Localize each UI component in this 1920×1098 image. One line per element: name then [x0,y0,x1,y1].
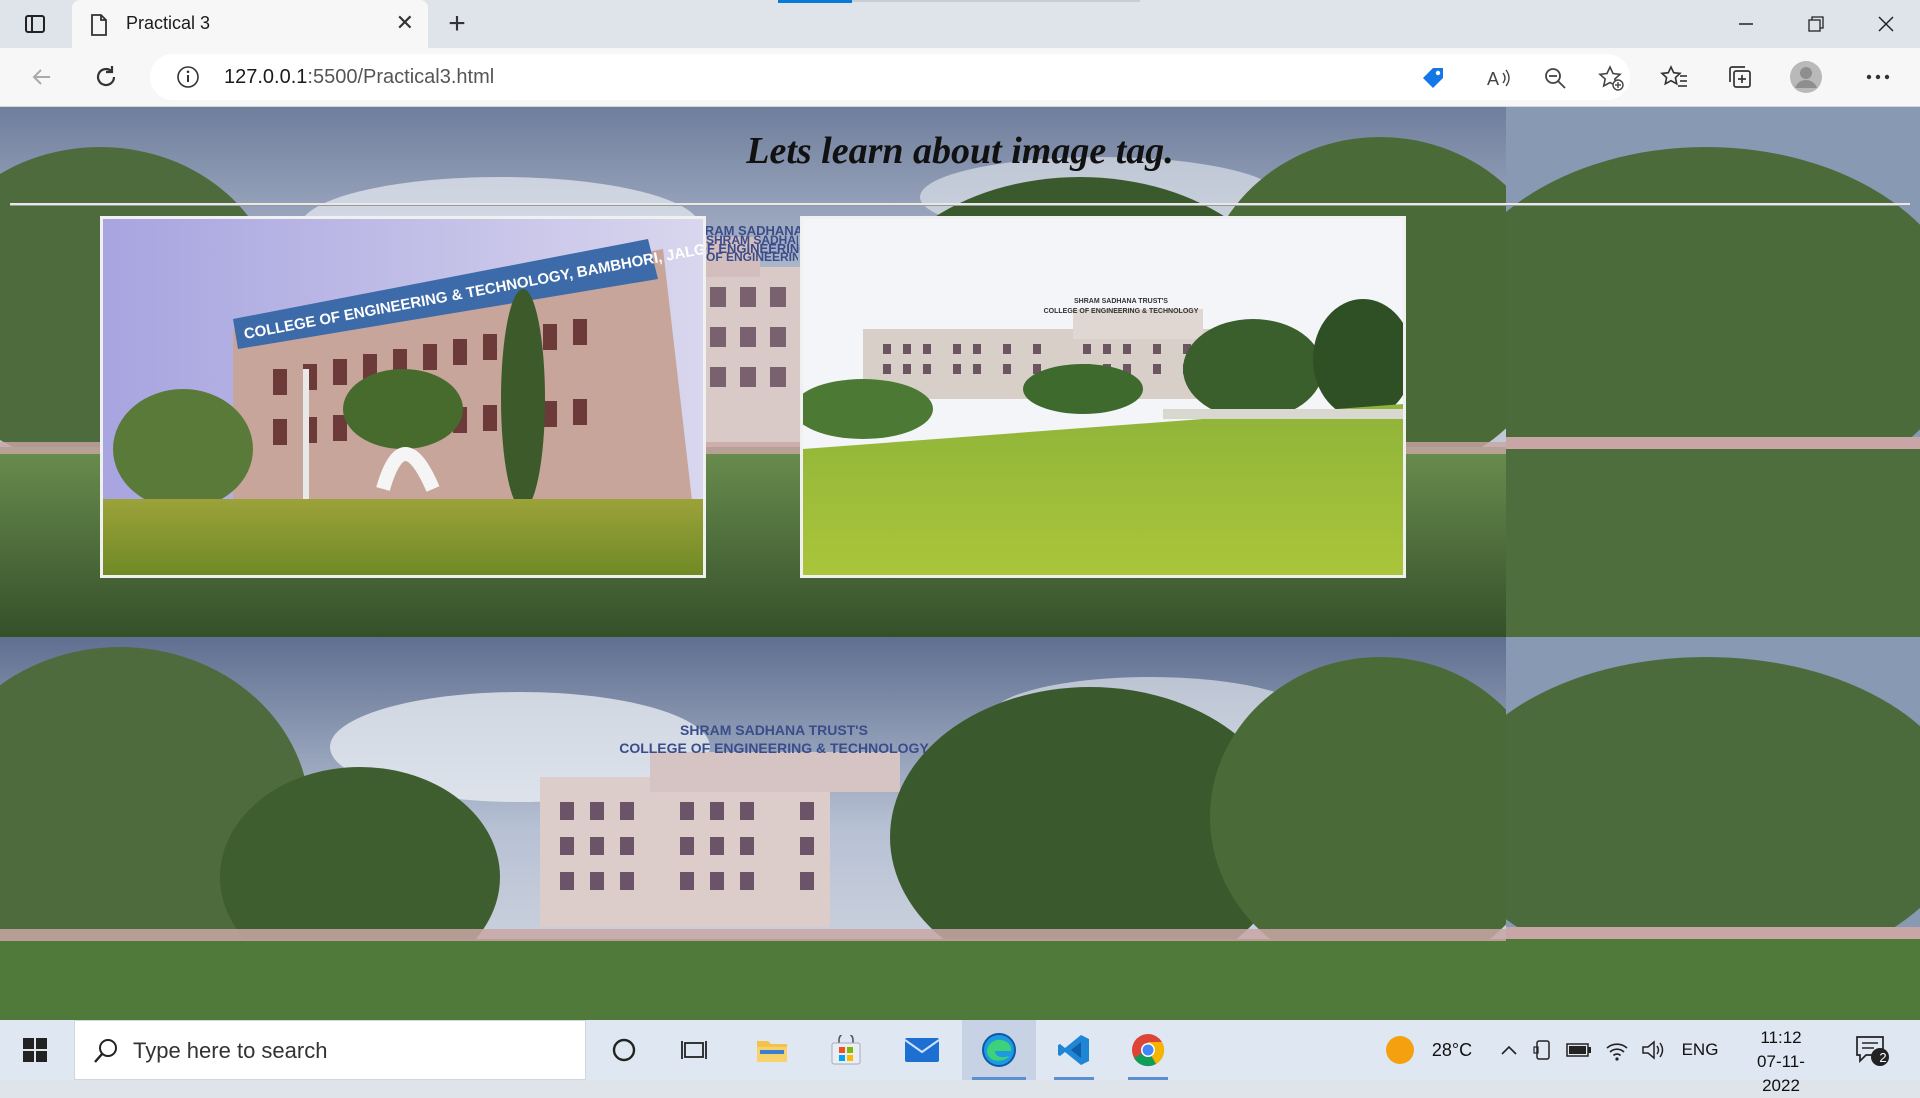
search-icon [93,1038,119,1069]
vscode-button[interactable] [1044,1020,1104,1080]
background-image-tile: SHRAM SADHANA TRUST'S COLLEGE OF ENGINEE… [0,637,1506,1020]
bg-sign-bottom-2: COLLEGE OF ENGINEERING & TECHNOLOGY [619,740,929,756]
read-aloud-icon[interactable]: A [1486,65,1512,91]
store-button[interactable] [816,1020,876,1080]
clock[interactable]: 11:12 07-11-2022 [1740,1026,1822,1098]
mail-button[interactable] [892,1020,952,1080]
chrome-button[interactable] [1118,1020,1178,1080]
page-icon [90,14,108,41]
weather-button[interactable] [1380,1020,1420,1080]
cortana-button[interactable] [594,1020,654,1080]
taskbar-search-box[interactable]: Type here to search [74,1020,586,1080]
language-indicator[interactable]: ENG [1676,1020,1724,1080]
mail-icon [904,1038,940,1062]
profile-button[interactable] [1788,59,1824,95]
favorites-icon [1660,65,1687,87]
info-icon[interactable] [176,65,200,94]
avatar [1790,61,1822,93]
close-icon [1878,16,1894,32]
search-placeholder: Type here to search [133,1038,328,1063]
device-icon[interactable] [1528,1020,1558,1080]
more-icon [1866,74,1890,80]
favorites-button[interactable] [1656,59,1692,95]
college-photo-2: SHRAM SADHANA TRUST'S COLLEGE OF ENGINEE… [800,216,1406,578]
minimize-icon [1739,23,1753,25]
cortana-icon [612,1038,636,1062]
sun-icon [1386,1036,1414,1064]
restore-icon [1808,16,1824,32]
folder-icon [757,1041,787,1062]
new-tab-button[interactable]: + [440,7,474,40]
edge-icon [982,1033,1016,1067]
url-text[interactable]: 127.0.0.1:5500/Practical3.html [224,66,494,89]
bg-partial-sign: SHRAM SADHANA OF ENGINEERING [706,233,798,264]
close-tab-icon[interactable]: ✕ [396,12,414,34]
back-button[interactable] [24,59,60,95]
browser-toolbar: 127.0.0.1:5500/Practical3.html A [0,48,1920,107]
vscode-icon [1058,1035,1089,1065]
chrome-icon [1132,1034,1165,1067]
loading-indicator [778,0,1140,3]
svg-text:SHRAM SADHANA: SHRAM SADHANA [706,233,798,247]
horizontal-rule [10,203,1910,205]
start-button[interactable] [0,1020,70,1080]
shopping-tag-icon[interactable] [1420,65,1446,91]
store-icon [831,1035,861,1065]
url-path: :5500/Practical3.html [307,66,495,88]
svg-text:A: A [1487,69,1499,89]
background-image-tile [1506,637,1920,1020]
file-explorer-button[interactable] [742,1020,802,1080]
photo2-sign-bottom: COLLEGE OF ENGINEERING & TECHNOLOGY [1044,308,1199,315]
task-view-icon [681,1041,707,1059]
show-hidden-icons-button[interactable] [1494,1020,1524,1080]
volume-icon[interactable] [1636,1020,1670,1080]
chevron-up-icon [1501,1045,1517,1055]
task-view-button[interactable] [664,1020,724,1080]
web-page: SHRAM SADHANA TRUST'S COLLEGE OF ENGINEE… [0,107,1920,1020]
url-host: 127.0.0.1 [224,66,308,88]
battery-icon[interactable] [1562,1020,1596,1080]
clock-date: 07-11-2022 [1757,1052,1805,1095]
tab-actions-icon [25,15,45,33]
wifi-icon[interactable] [1600,1020,1634,1080]
restore-button[interactable] [1782,0,1850,48]
close-window-button[interactable] [1852,0,1920,48]
refresh-icon [96,66,116,87]
bg-sign-top-2: SHRAM SADHANA TRUST'S [680,722,868,738]
windows-logo-icon [23,1038,47,1062]
collections-button[interactable] [1722,59,1758,95]
temperature-text: 28°C [1431,1039,1473,1060]
refresh-button[interactable] [88,59,124,95]
background-image-tile [1506,107,1920,637]
edge-button[interactable] [962,1020,1036,1080]
svg-text:OF ENGINEERING: OF ENGINEERING [706,250,798,264]
photo2-sign-top: SHRAM SADHANA TRUST'S [1074,298,1168,305]
address-bar[interactable]: 127.0.0.1:5500/Practical3.html A [150,54,1630,100]
clock-time: 11:12 [1760,1028,1802,1047]
notification-count: 2 [1879,1050,1887,1065]
tab-strip: Practical 3 ✕ + [0,0,1920,48]
tab-title: Practical 3 [126,13,211,33]
tab-actions-button[interactable] [12,10,58,38]
settings-menu-button[interactable] [1860,59,1896,95]
windows-taskbar: Type here to search 28°C ENG 11:12 07-11… [0,1020,1920,1095]
zoom-out-icon[interactable] [1542,65,1568,91]
college-photo-1: COLLEGE OF ENGINEERING & TECHNOLOGY, BAM… [100,216,706,578]
notifications-button[interactable]: 2 [1844,1020,1900,1080]
minimize-button[interactable] [1712,0,1780,48]
collections-icon [1729,66,1751,88]
back-arrow-icon [32,69,50,85]
active-tab[interactable]: Practical 3 ✕ [72,0,428,48]
add-favorite-icon[interactable] [1598,65,1624,91]
page-heading: Lets learn about image tag. [746,130,1174,172]
